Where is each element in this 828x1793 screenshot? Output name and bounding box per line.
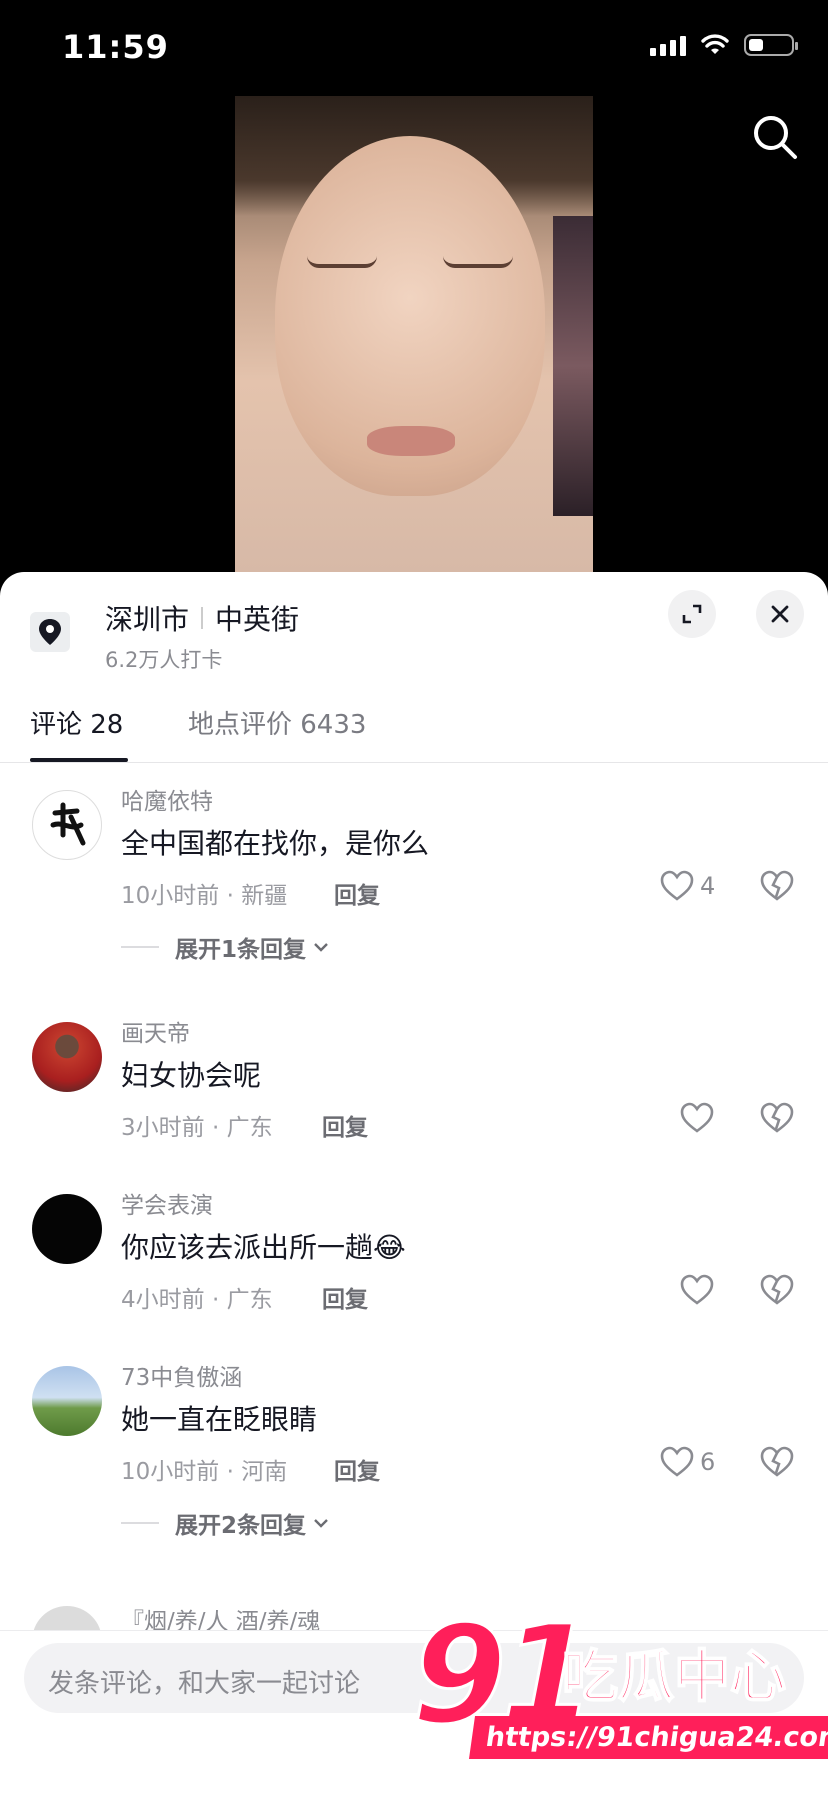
reply-button[interactable]: 回复 [334, 1452, 380, 1486]
expand-replies-label: 展开2条回复 [175, 1513, 307, 1539]
like-count: 4 [700, 872, 716, 900]
like-button[interactable] [680, 1274, 720, 1306]
reply-button[interactable]: 回复 [322, 1280, 368, 1314]
avatar[interactable] [32, 1194, 102, 1264]
location-city: 深圳市 [105, 603, 190, 636]
status-icons [650, 34, 798, 56]
comment-text: 你应该去派出所一趟😂 [121, 1231, 406, 1264]
close-button[interactable] [756, 590, 804, 638]
active-tab-indicator [30, 758, 128, 762]
expand-icon [682, 604, 702, 624]
heart-icon [660, 870, 694, 901]
reply-button[interactable]: 回复 [334, 876, 380, 910]
comment-username[interactable]: 哈魔依特 [121, 782, 213, 816]
checkin-count: 6.2万人打卡 [105, 648, 223, 672]
comment-meta: 10小时前 · 新疆 [121, 883, 288, 909]
comment-text: 妇女协会呢 [121, 1059, 262, 1092]
search-icon[interactable] [750, 112, 800, 162]
like-button[interactable] [680, 1102, 720, 1134]
chevron-down-icon [314, 1519, 328, 1528]
video-face [275, 136, 545, 496]
avatar[interactable] [32, 790, 102, 860]
signal-icon [650, 34, 686, 56]
comment-text: 全中国都在找你，是你么 [121, 827, 430, 860]
comment-text: 她一直在眨眼睛 [121, 1403, 318, 1436]
close-icon [771, 605, 789, 623]
chevron-down-icon [314, 943, 328, 952]
tab-comments[interactable]: 评论 28 [30, 704, 123, 741]
title-separator [201, 607, 204, 629]
status-bar: 11:59 [0, 0, 828, 96]
like-button[interactable]: 4 [660, 870, 715, 902]
heart-icon [680, 1102, 714, 1133]
comment-meta: 4小时前 · 广东 [121, 1287, 273, 1313]
heart-icon [680, 1274, 714, 1305]
expand-replies[interactable]: 展开2条回复 [121, 1506, 330, 1540]
expand-replies-label: 展开1条回复 [175, 937, 307, 963]
dislike-icon[interactable] [760, 1274, 794, 1306]
dislike-icon[interactable] [760, 870, 794, 902]
comment-tabs: 评论 28 地点评价 6433 [0, 680, 828, 763]
tab-location-reviews[interactable]: 地点评价 6433 [188, 704, 366, 741]
comment-input-placeholder: 发条评论，和大家一起讨论 [48, 1669, 361, 1699]
comment-meta: 10小时前 · 河南 [121, 1459, 288, 1485]
dislike-icon[interactable] [760, 1446, 794, 1478]
expand-replies[interactable]: 展开1条回复 [121, 930, 330, 964]
comment-username[interactable]: 画天帝 [121, 1014, 190, 1048]
like-count: 6 [700, 1448, 716, 1476]
avatar[interactable] [32, 1022, 102, 1092]
location-street: 中英街 [215, 603, 300, 636]
location-pin-icon [30, 612, 70, 652]
heart-icon [660, 1446, 694, 1477]
battery-icon [744, 34, 798, 56]
comment-meta: 3小时前 · 广东 [121, 1115, 273, 1141]
comment-username[interactable]: 73中負傲涵 [121, 1358, 242, 1392]
status-time: 11:59 [62, 28, 169, 66]
video-player[interactable] [235, 96, 593, 572]
avatar[interactable] [32, 1366, 102, 1436]
location-title[interactable]: 深圳市 中英街 [105, 598, 299, 638]
watermark-name: 吃瓜中心 [561, 1645, 787, 1710]
wifi-icon [701, 34, 729, 54]
reply-button[interactable]: 回复 [322, 1108, 368, 1142]
dislike-icon[interactable] [760, 1102, 794, 1134]
expand-button[interactable] [668, 590, 716, 638]
comment-username[interactable]: 学会表演 [121, 1186, 213, 1220]
watermark-logo: 91 吃瓜中心 https://91chigua24.com [410, 1607, 828, 1759]
like-button[interactable]: 6 [660, 1446, 715, 1478]
watermark-url: https://91chigua24.com [468, 1716, 828, 1759]
